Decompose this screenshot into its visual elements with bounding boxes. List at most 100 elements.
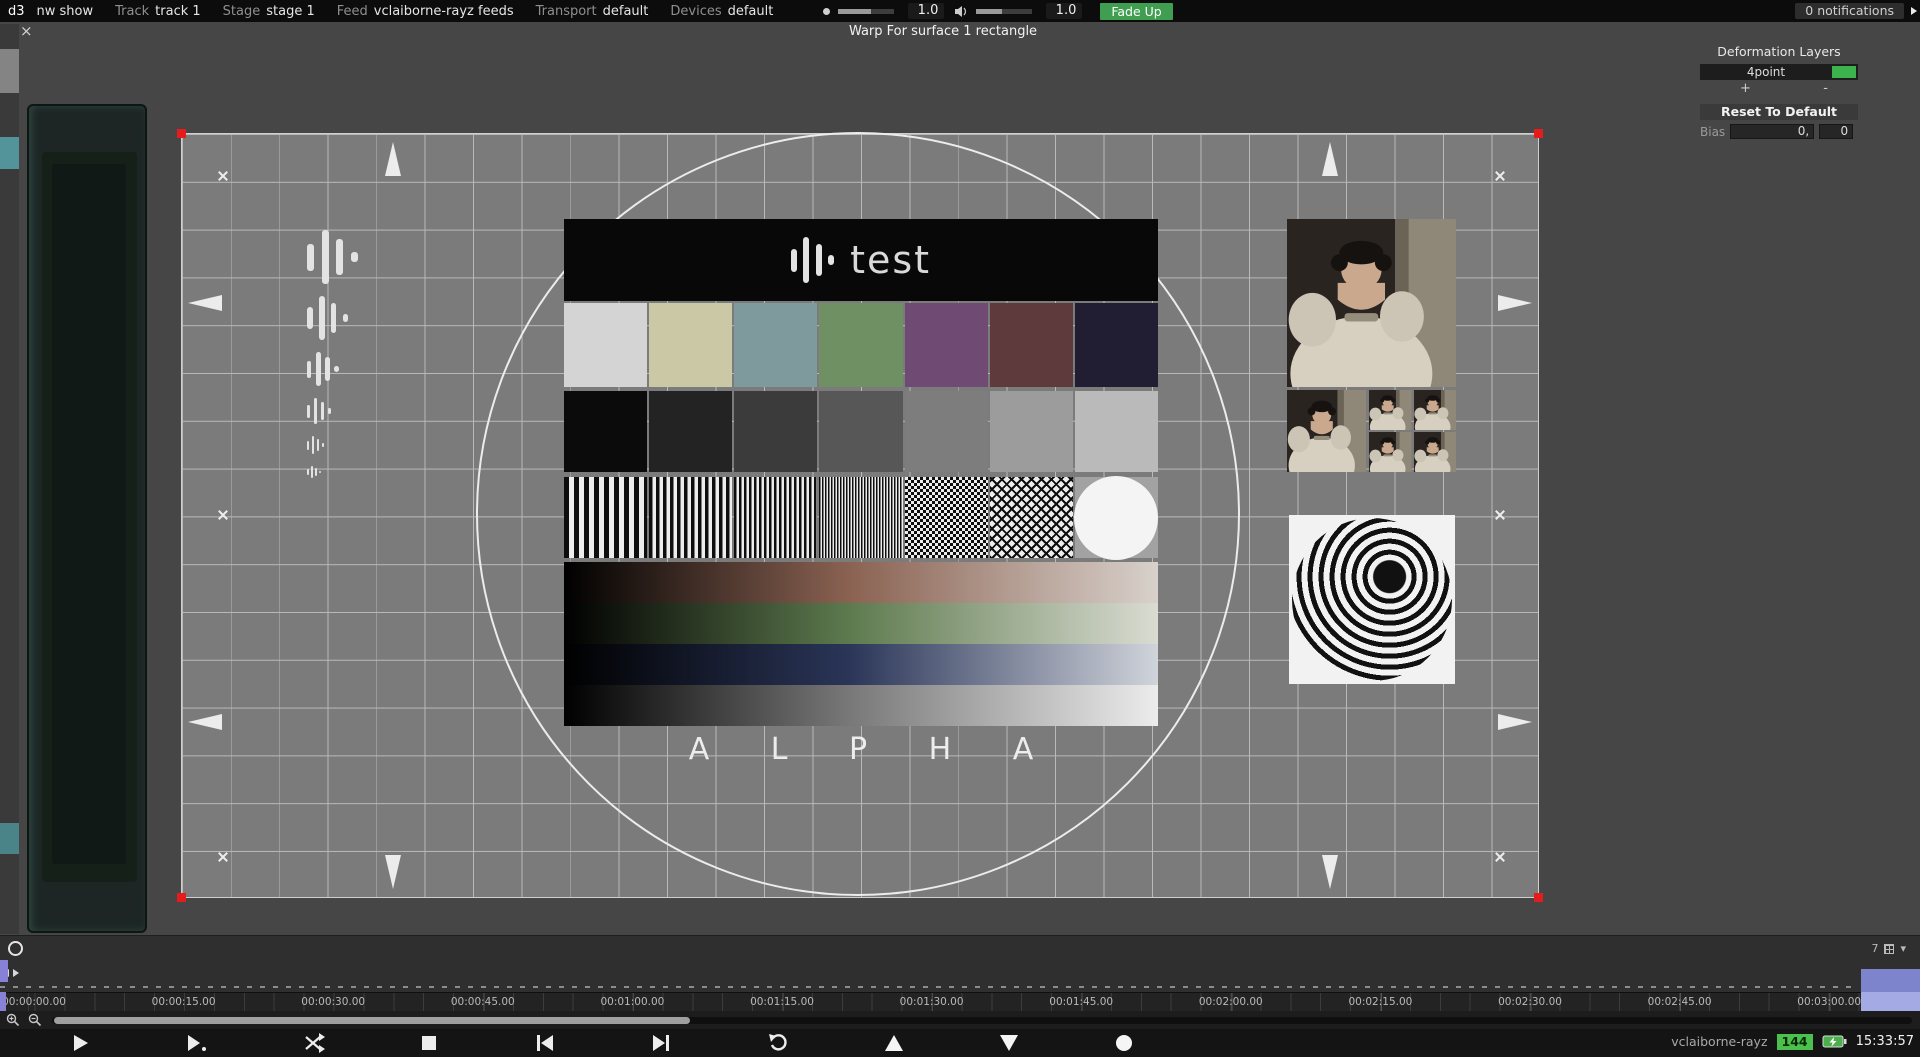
editor-title: Warp For surface 1 rectangle [849, 24, 1037, 39]
timeline-tick-label: 00:01:15.00 [750, 996, 814, 1008]
dock-segment-teal-bottom[interactable] [0, 823, 19, 854]
warp-surface-canvas[interactable]: test A L P H A [181, 133, 1539, 898]
record-button[interactable] [1111, 1031, 1137, 1055]
warp-arrow-down-icon[interactable] [385, 855, 401, 889]
menu-show[interactable]: nw show [37, 4, 94, 19]
section-dashes [0, 986, 1855, 988]
color-swatch-5 [990, 303, 1073, 387]
corner-handle-bottom-right[interactable] [1534, 893, 1543, 902]
playhead-ruler-marker[interactable] [0, 992, 6, 1011]
timeline-scrollbar-thumb[interactable] [54, 1017, 690, 1024]
layer-grid-icon[interactable] [1884, 944, 1894, 954]
menu-devices-label[interactable]: Devices [670, 4, 721, 19]
bias-y-field[interactable]: 0 [1819, 124, 1853, 139]
color-swatch-1 [649, 303, 732, 387]
volume-value[interactable]: 1.0 [1046, 3, 1082, 19]
timeline-ruler[interactable]: 00:00:00.0000:00:15.0000:00:30.0000:00:4… [0, 992, 1920, 1011]
layer-row-4point[interactable]: 4point [1700, 64, 1858, 80]
brightness-value[interactable]: 1.0 [908, 3, 944, 19]
menu-devices-value[interactable]: default [728, 4, 774, 19]
gray-swatch-4 [905, 391, 988, 472]
play-button[interactable] [67, 1031, 93, 1055]
warp-point-cross-icon[interactable] [1494, 170, 1506, 182]
zoom-out-icon[interactable] [28, 1013, 42, 1027]
corner-handle-top-right[interactable] [1534, 129, 1543, 138]
fade-up-transport-button[interactable] [881, 1031, 907, 1055]
fade-down-transport-button[interactable] [996, 1031, 1022, 1055]
test-pattern-card: test [564, 219, 1158, 726]
loop-section-button[interactable] [302, 1031, 328, 1055]
transport-bar: vclaiborne-rayz 144 15:33:57 [0, 1029, 1920, 1057]
notifications-badge[interactable]: 0 notifications [1795, 3, 1904, 19]
menu-track-value[interactable]: track 1 [155, 4, 201, 19]
warp-point-cross-icon[interactable] [1494, 851, 1506, 863]
corner-handle-top-left[interactable] [177, 129, 186, 138]
menu-stage-value[interactable]: stage 1 [266, 4, 315, 19]
gray-swatch-row [564, 391, 1158, 472]
next-section-button[interactable] [648, 1031, 674, 1055]
collapse-right-icon[interactable] [13, 969, 19, 977]
timeline-tick-label: 00:01:30.00 [900, 996, 964, 1008]
add-layer-button[interactable]: + [1740, 82, 1751, 95]
speaker-icon [954, 5, 968, 18]
timeline-tick-label: 00:00:45.00 [451, 996, 515, 1008]
warp-arrow-up-icon[interactable] [1322, 142, 1338, 176]
play-from-cue-button[interactable] [183, 1031, 209, 1055]
warp-point-cross-icon[interactable] [217, 509, 229, 521]
warp-point-cross-icon[interactable] [217, 170, 229, 182]
layer-name[interactable]: 4point [1700, 65, 1832, 79]
gradient-rows [564, 562, 1158, 726]
portrait-tile-grid [1369, 390, 1456, 472]
dock-segment-gray[interactable] [0, 49, 19, 93]
menu-stage-label[interactable]: Stage [223, 4, 261, 19]
warp-arrow-left-icon[interactable] [188, 295, 222, 311]
bias-x-field[interactable]: 0, [1730, 124, 1814, 139]
machine-name: vclaiborne-rayz [1671, 1034, 1767, 1049]
previous-section-button[interactable] [532, 1031, 558, 1055]
menu-transport-value[interactable]: default [603, 4, 649, 19]
playhead-marker[interactable] [0, 960, 8, 982]
panel-expand-icon[interactable] [1911, 7, 1917, 15]
warp-arrow-right-icon[interactable] [1498, 714, 1532, 730]
warp-arrow-up-icon[interactable] [385, 142, 401, 176]
audio-bars-column [307, 230, 358, 478]
timeline-tick-label: 00:03:00.00 [1797, 996, 1861, 1008]
layer-active-indicator[interactable] [1832, 66, 1856, 78]
portrait-image-large [1287, 219, 1456, 387]
gray-swatch-3 [819, 391, 902, 472]
gray-swatch-6 [1075, 391, 1158, 472]
fade-up-button[interactable]: Fade Up [1100, 3, 1172, 20]
stop-button[interactable] [416, 1031, 442, 1055]
dock-segment-teal-top[interactable] [0, 137, 19, 169]
warp-point-cross-icon[interactable] [217, 851, 229, 863]
reset-to-default-button[interactable]: Reset To Default [1700, 104, 1858, 120]
app-logo[interactable]: d3 [0, 4, 37, 19]
zoom-in-icon[interactable] [6, 1013, 20, 1027]
undo-button[interactable] [765, 1031, 791, 1055]
dropdown-arrow-icon[interactable]: ▾ [1900, 942, 1906, 955]
menu-track-label[interactable]: Track [115, 4, 149, 19]
bias-label: Bias [1700, 125, 1725, 139]
corner-handle-bottom-left[interactable] [177, 893, 186, 902]
audio-bars-icon [307, 466, 321, 478]
timeline-tick-label: 00:01:45.00 [1049, 996, 1113, 1008]
volume-slider[interactable] [976, 9, 1032, 14]
menu-transport-label[interactable]: Transport [536, 4, 597, 19]
pattern-stripes-fine [734, 477, 817, 558]
menu-feed-label[interactable]: Feed [337, 4, 368, 19]
warp-arrow-right-icon[interactable] [1498, 295, 1532, 311]
gray-swatch-2 [734, 391, 817, 472]
menu-feed-value[interactable]: vclaiborne-rayz feeds [374, 4, 514, 19]
warp-point-cross-icon[interactable] [1494, 509, 1506, 521]
gradient-row-1 [564, 603, 1158, 644]
warp-arrow-left-icon[interactable] [188, 714, 222, 730]
remove-layer-button[interactable]: - [1823, 82, 1828, 95]
warp-arrow-down-icon[interactable] [1322, 855, 1338, 889]
close-icon[interactable]: × [20, 22, 33, 40]
keyframe-ring-icon[interactable] [8, 941, 23, 956]
background-feed-window[interactable] [27, 104, 147, 933]
pattern-stripes-coarse [564, 477, 647, 558]
track-count: 7 [1871, 942, 1878, 955]
brightness-slider[interactable] [838, 9, 894, 14]
timeline-scrollbar-track[interactable] [52, 1017, 1912, 1024]
